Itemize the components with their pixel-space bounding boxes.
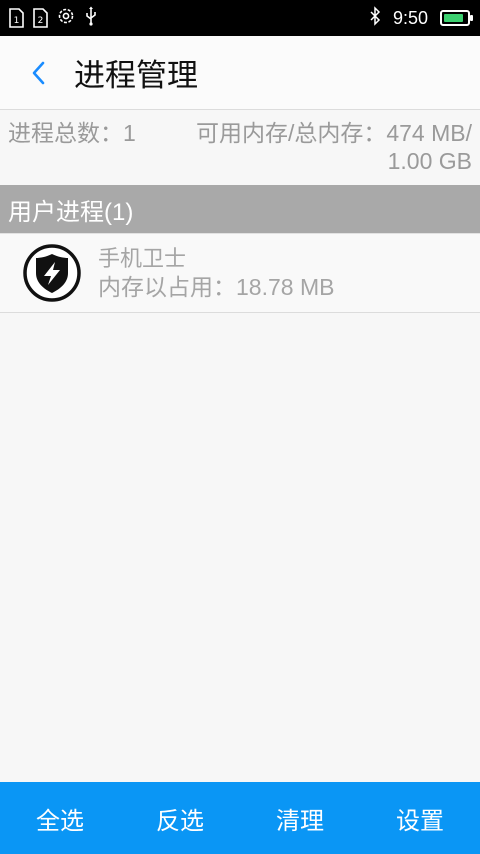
settings-button[interactable]: 设置: [360, 782, 480, 854]
process-item[interactable]: 手机卫士 内存以占用：18.78 MB: [0, 233, 480, 313]
process-info: 手机卫士 内存以占用：18.78 MB: [98, 245, 334, 301]
app-header: 进程管理: [0, 36, 480, 110]
bottom-action-bar: 全选 反选 清理 设置: [0, 782, 480, 854]
gear-icon: [56, 6, 76, 30]
process-memory: 内存以占用：18.78 MB: [98, 274, 335, 300]
status-right: 9:50: [369, 6, 473, 30]
sim2-label: 2: [38, 16, 44, 26]
battery-icon: [440, 10, 473, 26]
chevron-left-icon: [32, 61, 45, 84]
sim2-icon: 2: [32, 8, 48, 28]
shield-bolt-icon: [22, 243, 82, 303]
select-all-button[interactable]: 全选: [0, 782, 120, 854]
clean-button[interactable]: 清理: [240, 782, 360, 854]
memory-usage: 可用内存/总内存：474 MB/ 1.00 GB: [195, 120, 472, 174]
status-left: 1 2: [8, 6, 98, 30]
usb-icon: [84, 6, 98, 30]
sim1-label: 1: [14, 16, 20, 26]
section-header-user-processes: 用户进程(1): [0, 185, 480, 233]
process-name: 手机卫士: [98, 246, 187, 271]
status-time: 9:50: [392, 7, 428, 28]
battery-level: [444, 14, 464, 22]
memory-summary: 进程总数：1 可用内存/总内存：474 MB/ 1.00 GB: [0, 111, 480, 185]
invert-selection-button[interactable]: 反选: [120, 782, 240, 854]
process-manager-screen: 1 2 9:50 进程管理 进程总数：1 可用内存/总内存：474 MB/ 1.…: [0, 0, 480, 854]
page-title: 进程管理: [74, 58, 198, 94]
back-button[interactable]: [12, 36, 66, 110]
process-count: 进程总数：1: [8, 120, 136, 146]
sim1-icon: 1: [8, 8, 24, 28]
bluetooth-icon: [369, 6, 381, 30]
status-bar: 1 2 9:50: [0, 0, 480, 36]
